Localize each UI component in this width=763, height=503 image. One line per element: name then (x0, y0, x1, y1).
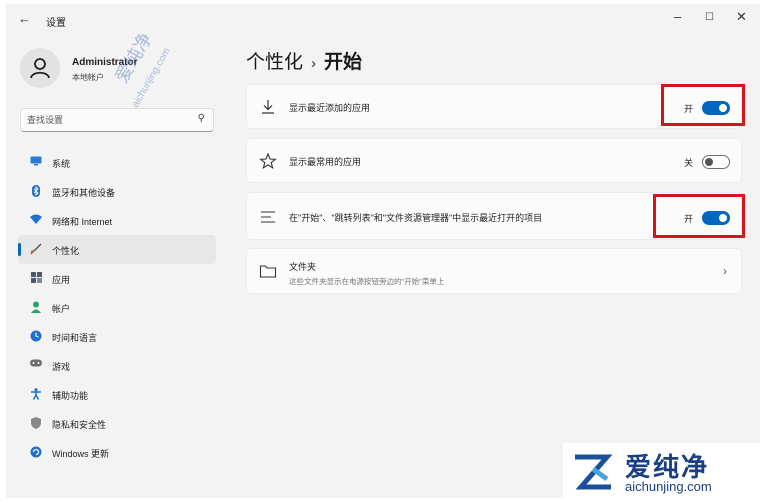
toggle-knob (705, 158, 713, 166)
sidebar-item-label: 蓝牙和其他设备 (52, 188, 116, 198)
update-icon (30, 446, 42, 458)
maximize-button[interactable]: ☐ (705, 12, 714, 23)
breadcrumb: 个性化 › 开始 (246, 47, 362, 74)
sidebar-item-label: 隐私和安全性 (52, 420, 107, 430)
sidebar-nav: 系统 蓝牙和其他设备 网络和 Internet 个性化 应用 帐户 时间和语言 (18, 148, 216, 467)
highlight-box (661, 84, 745, 126)
gamepad-icon (30, 359, 42, 371)
avatar (20, 48, 60, 88)
setting-label: 在"开始"、"跳转列表"和"文件资源管理器"中显示最近打开的项目 (289, 213, 543, 223)
person-icon (30, 58, 50, 79)
brush-icon (30, 243, 42, 255)
title-bar: ← 设置 – ☐ ✕ (6, 4, 760, 34)
sidebar-item-bluetooth[interactable]: 蓝牙和其他设备 (18, 177, 216, 206)
wifi-icon (30, 214, 42, 226)
sidebar-item-time-language[interactable]: 时间和语言 (18, 322, 216, 351)
minimize-button[interactable]: – (674, 9, 681, 24)
page-title: 开始 (324, 52, 363, 73)
accessibility-icon (30, 388, 42, 400)
sidebar-item-label: 应用 (52, 275, 71, 285)
bluetooth-icon (30, 185, 42, 197)
breadcrumb-parent[interactable]: 个性化 (246, 52, 303, 73)
toggle-state-label: 关 (684, 158, 694, 168)
apps-icon (30, 272, 42, 284)
sidebar-item-accounts[interactable]: 帐户 (18, 293, 216, 322)
search-box[interactable]: ⚲ (20, 108, 214, 132)
sidebar-item-system[interactable]: 系统 (18, 148, 216, 177)
watermark-logo-url: aichunjing.com (625, 479, 712, 494)
list-icon (259, 208, 277, 226)
star-icon (259, 152, 277, 170)
account-type: 本地帐户 (72, 73, 104, 82)
watermark-logo: 爱纯净 aichunjing.com (563, 443, 760, 499)
sidebar-item-label: 系统 (52, 159, 71, 169)
sidebar-item-label: 时间和语言 (52, 333, 98, 343)
search-icon[interactable]: ⚲ (198, 113, 205, 124)
shield-icon (30, 417, 42, 429)
close-button[interactable]: ✕ (736, 9, 747, 25)
highlight-box (653, 194, 745, 238)
sidebar-item-network[interactable]: 网络和 Internet (18, 206, 216, 235)
sidebar-item-windows-update[interactable]: Windows 更新 (18, 438, 216, 467)
search-input[interactable] (27, 112, 177, 128)
most-used-apps-toggle[interactable] (702, 155, 730, 169)
window-title: 设置 (46, 18, 66, 29)
monitor-icon (30, 156, 42, 168)
breadcrumb-separator: › (311, 55, 317, 72)
download-icon (259, 98, 277, 116)
sidebar-item-label: 游戏 (52, 362, 71, 372)
sidebar-item-gaming[interactable]: 游戏 (18, 351, 216, 380)
folders-title: 文件夹 (289, 262, 317, 272)
person-icon (30, 301, 42, 313)
setting-most-used-apps: 显示最常用的应用 关 (246, 138, 742, 183)
sidebar-item-apps[interactable]: 应用 (18, 264, 216, 293)
setting-folders[interactable]: 文件夹 这些文件夹显示在电源按钮旁边的"开始"菜单上 › (246, 248, 742, 294)
sidebar-item-privacy-security[interactable]: 隐私和安全性 (18, 409, 216, 438)
sidebar-item-accessibility[interactable]: 辅助功能 (18, 380, 216, 409)
sidebar-item-label: 辅助功能 (52, 391, 89, 401)
setting-label: 显示最近添加的应用 (289, 103, 371, 113)
sidebar-item-personalization[interactable]: 个性化 (18, 235, 216, 264)
back-button[interactable]: ← (18, 11, 31, 26)
globe-clock-icon (30, 330, 42, 342)
folder-icon (259, 263, 277, 281)
brand-logo-icon (575, 454, 613, 490)
sidebar-item-label: 帐户 (52, 304, 71, 314)
chevron-right-icon[interactable]: › (723, 264, 727, 278)
setting-label: 显示最常用的应用 (289, 157, 362, 167)
sidebar-item-label: 个性化 (52, 246, 80, 256)
folders-subtitle: 这些文件夹显示在电源按钮旁边的"开始"菜单上 (289, 277, 445, 286)
sidebar-item-label: Windows 更新 (52, 449, 110, 459)
sidebar-item-label: 网络和 Internet (52, 217, 113, 227)
